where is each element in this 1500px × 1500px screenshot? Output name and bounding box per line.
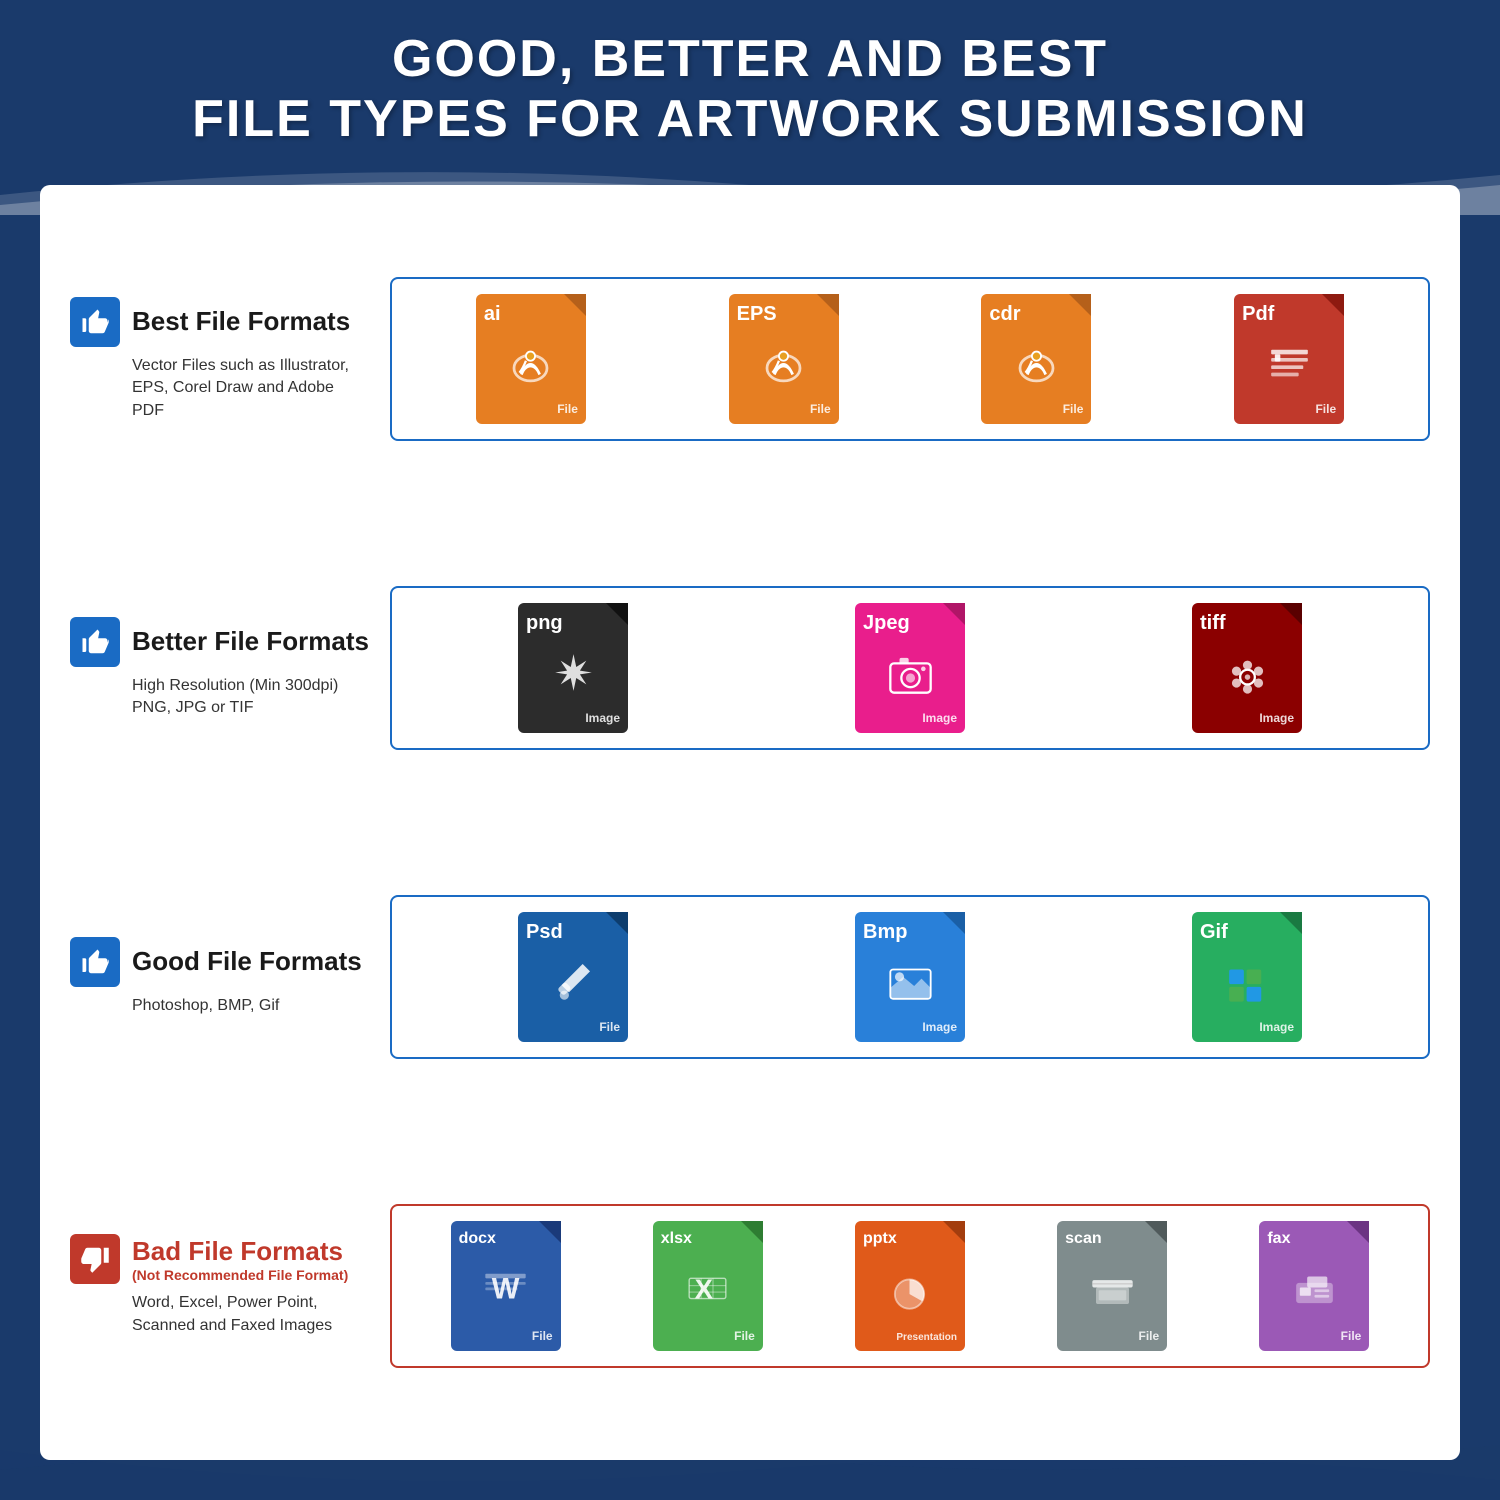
file-fax: fax File [1254, 1221, 1374, 1351]
file-shape-bmp: Bmp Image [855, 912, 965, 1042]
good-row: Good File Formats Photoshop, BMP, Gif Ps… [70, 833, 1430, 1122]
better-header-row: Better File Formats [70, 617, 370, 667]
file-docx: docx W File [446, 1221, 566, 1351]
bad-desc: Word, Excel, Power Point,Scanned and Fax… [132, 1292, 370, 1337]
file-pdf: Pdf File [1229, 294, 1349, 424]
file-gif: Gif Image [1187, 912, 1307, 1042]
better-desc: High Resolution (Min 300dpi)PNG, JPG or … [132, 675, 370, 720]
file-shape-jpeg: Jpeg Image [855, 603, 965, 733]
file-ai: ai File [471, 294, 591, 424]
file-shape-tiff: tiff Im [1192, 603, 1302, 733]
bad-thumb-icon [70, 1234, 120, 1284]
file-pptx: pptx Presentation [850, 1221, 970, 1351]
better-files-area: png Image Jpeg [390, 586, 1430, 750]
file-shape-docx: docx W File [451, 1221, 561, 1351]
good-files-area: Psd File Bmp [390, 895, 1430, 1059]
better-title: Better File Formats [132, 626, 369, 657]
bad-title-block: Bad File Formats (Not Recommended File F… [132, 1236, 348, 1283]
bad-title: Bad File Formats [132, 1236, 348, 1267]
file-jpeg: Jpeg Image [850, 603, 970, 733]
file-bmp: Bmp Image [850, 912, 970, 1042]
header: GOOD, BETTER AND BEST FILE TYPES FOR ART… [0, 0, 1500, 170]
good-header-row: Good File Formats [70, 937, 370, 987]
file-shape-scan: scan File [1057, 1221, 1167, 1351]
bad-subtitle: (Not Recommended File Format) [132, 1267, 348, 1283]
file-scan: scan File [1052, 1221, 1172, 1351]
best-header-row: Best File Formats [70, 297, 370, 347]
file-shape-psd: Psd File [518, 912, 628, 1042]
good-title: Good File Formats [132, 946, 362, 977]
file-eps: EPS File [724, 294, 844, 424]
best-thumb-icon [70, 297, 120, 347]
file-tiff: tiff Im [1187, 603, 1307, 733]
better-label-area: Better File Formats High Resolution (Min… [70, 617, 370, 720]
bad-row: Bad File Formats (Not Recommended File F… [70, 1141, 1430, 1430]
file-shape-pdf: Pdf File [1234, 294, 1344, 424]
good-thumb-icon [70, 937, 120, 987]
file-shape-png: png Image [518, 603, 628, 733]
content-area: Best File Formats Vector Files such as I… [40, 185, 1460, 1460]
file-shape-ai: ai File [476, 294, 586, 424]
bad-files-area: docx W File xlsx [390, 1204, 1430, 1368]
best-desc: Vector Files such as Illustrator,EPS, Co… [132, 355, 370, 422]
good-desc: Photoshop, BMP, Gif [132, 995, 370, 1017]
best-row: Best File Formats Vector Files such as I… [70, 215, 1430, 504]
main-title: GOOD, BETTER AND BEST FILE TYPES FOR ART… [20, 30, 1480, 150]
bad-header-row: Bad File Formats (Not Recommended File F… [70, 1234, 370, 1284]
better-thumb-icon [70, 617, 120, 667]
best-files-area: ai File EPS [390, 277, 1430, 441]
better-row: Better File Formats High Resolution (Min… [70, 524, 1430, 813]
best-title: Best File Formats [132, 306, 350, 337]
file-shape-eps: EPS File [729, 294, 839, 424]
file-cdr: cdr File [976, 294, 1096, 424]
file-shape-fax: fax File [1259, 1221, 1369, 1351]
file-shape-cdr: cdr File [981, 294, 1091, 424]
bad-label-area: Bad File Formats (Not Recommended File F… [70, 1234, 370, 1337]
file-shape-gif: Gif Image [1192, 912, 1302, 1042]
file-shape-pptx: pptx Presentation [855, 1221, 965, 1351]
file-xlsx: xlsx X File [648, 1221, 768, 1351]
good-label-area: Good File Formats Photoshop, BMP, Gif [70, 937, 370, 1017]
file-png: png Image [513, 603, 633, 733]
file-psd: Psd File [513, 912, 633, 1042]
best-label-area: Best File Formats Vector Files such as I… [70, 297, 370, 422]
file-shape-xlsx: xlsx X File [653, 1221, 763, 1351]
